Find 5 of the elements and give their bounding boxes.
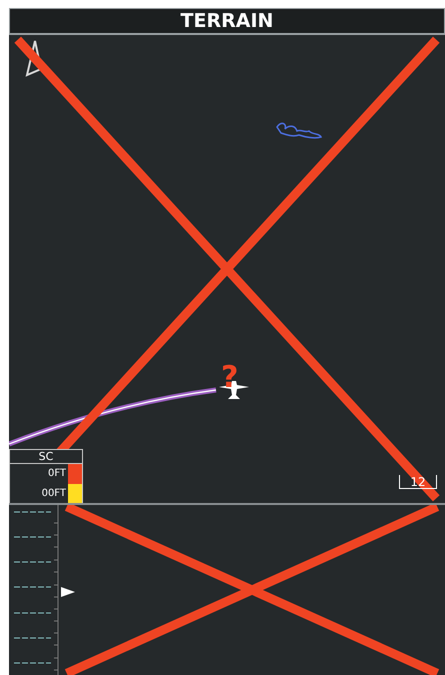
legend-title: SC	[38, 451, 54, 462]
aircraft-marker-icon	[61, 587, 75, 597]
window-title: TERRAIN	[180, 12, 274, 30]
legend-label: 0FT	[48, 469, 67, 479]
legend-label: 00FT	[42, 489, 67, 499]
